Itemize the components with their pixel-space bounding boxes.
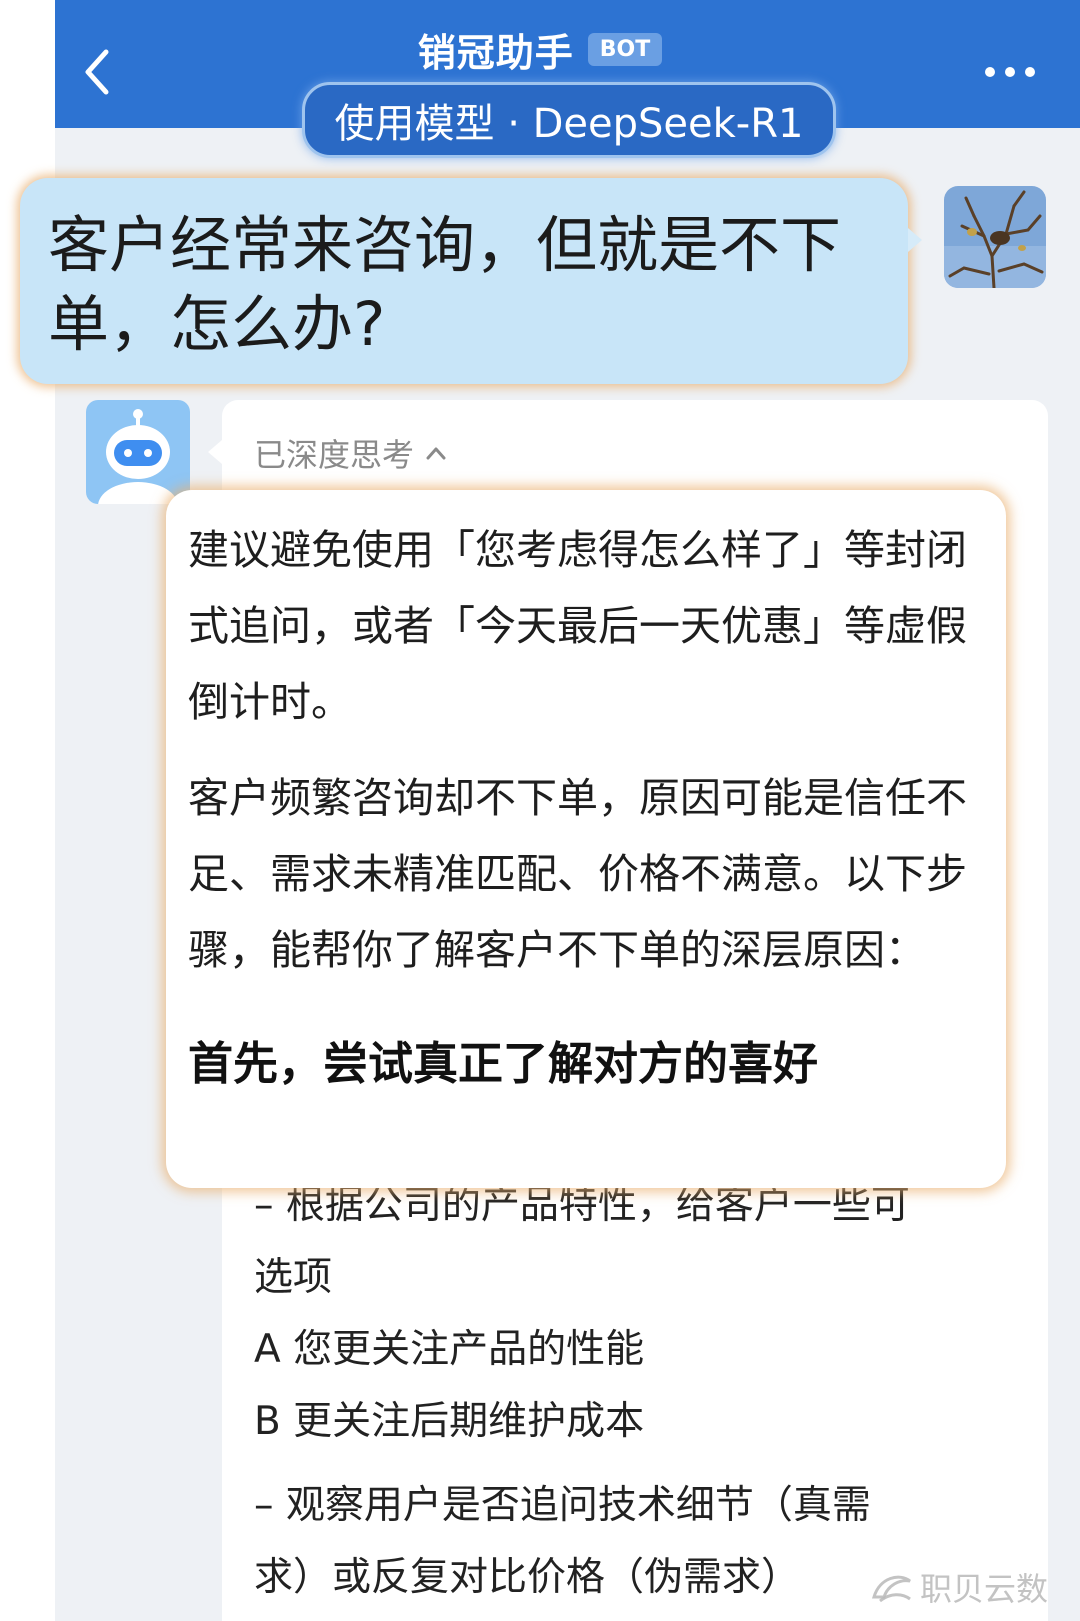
deep-thinking-toggle[interactable]: 已深度思考 xyxy=(254,428,446,478)
watermark-logo-icon xyxy=(871,1575,911,1603)
bot-avatar[interactable] xyxy=(86,400,190,504)
reply-paragraph: 建议避免使用「您考虑得怎么样了」等封闭式追问，或者「今天最后一天优惠」等虚假倒计… xyxy=(188,526,967,726)
bot-bubble-tail xyxy=(208,440,222,464)
robot-avatar-icon xyxy=(86,400,190,504)
chevron-up-icon xyxy=(426,447,446,460)
user-avatar-image xyxy=(944,186,1046,288)
option-line: B 更关注后期维护成本 xyxy=(254,1399,645,1444)
watermark-text: 职贝云数 xyxy=(920,1570,1049,1608)
watermark: 职贝云数 xyxy=(870,1558,1048,1616)
more-button[interactable] xyxy=(975,52,1045,92)
list-line: 选项 xyxy=(254,1255,333,1300)
thinking-label: 已深度思考 xyxy=(254,436,415,474)
user-avatar[interactable] xyxy=(944,186,1046,288)
title-row: 销冠助手 BOT xyxy=(0,18,1080,80)
option-line: A 您更关注产品的性能 xyxy=(254,1327,645,1372)
user-bubble-tail xyxy=(908,228,922,252)
reply-heading: 首先，尝试真正了解对方的喜好 xyxy=(188,1037,819,1090)
chat-title: 销冠助手 xyxy=(417,30,574,75)
more-dots-icon xyxy=(1005,67,1015,77)
model-label[interactable]: 使用模型 · DeepSeek-R1 xyxy=(302,82,836,158)
reply-list: – 根据公司的产品特性，给客户一些可 选项 A 您更关注产品的性能 B 更关注后… xyxy=(254,1170,1014,1614)
reply-paragraph: 客户频繁咨询却不下单，原因可能是信任不足、需求未精准匹配、价格不满意。以下步骤，… xyxy=(188,774,967,974)
user-message-bubble: 客户经常来咨询，但就是不下单，怎么办? xyxy=(20,178,908,384)
more-dots-icon xyxy=(985,67,995,77)
bot-badge: BOT xyxy=(587,32,663,66)
list-line: – 观察用户是否追问技术细节（真需 xyxy=(254,1483,871,1528)
more-dots-icon xyxy=(1025,67,1035,77)
highlighted-reply-excerpt: 建议避免使用「您考虑得怎么样了」等封闭式追问，或者「今天最后一天优惠」等虚假倒计… xyxy=(166,490,1006,1188)
